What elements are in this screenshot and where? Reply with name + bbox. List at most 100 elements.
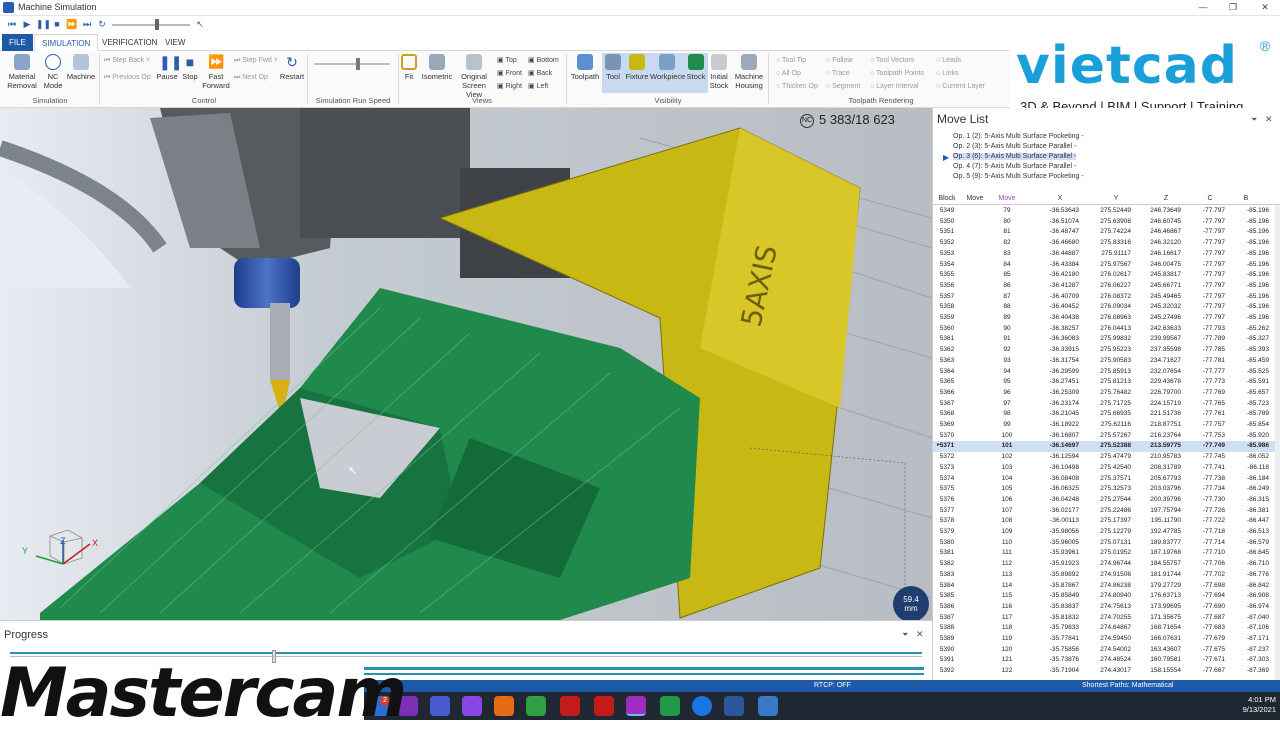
col-y[interactable]: Y — [1101, 195, 1131, 202]
toolpath-button[interactable]: Toolpath — [570, 54, 600, 81]
table-row[interactable]: 5350 80 -36.51074 275.63908 246.60745 -77.797… — [933, 217, 1280, 228]
table-row[interactable]: 5392 122 -35.71904 274.43017 158.15554 -77.66… — [933, 666, 1280, 677]
table-row[interactable]: 5353 83 -36.44887 275.91117 246.16617 -77.797… — [933, 249, 1280, 260]
run-speed-thumb[interactable] — [356, 58, 360, 70]
mastercam-taskbar-icon-2[interactable] — [594, 696, 614, 716]
mastercam-taskbar-icon[interactable] — [560, 696, 580, 716]
step-fwd-button[interactable]: ⏭ Step Fwd ˅ — [234, 56, 278, 65]
machine-housing-toggle[interactable]: Machine Housing — [732, 54, 766, 90]
workpiece-toggle[interactable]: Workpiece — [650, 54, 685, 81]
table-row[interactable]: 5375 105 -36.06325 275.32573 203.03796 -77.73… — [933, 484, 1280, 495]
table-row[interactable]: 5367 97 -36.23174 275.71725 224.15719 -77.765… — [933, 399, 1280, 410]
pause-button[interactable]: ❚❚ Pause — [156, 54, 182, 81]
next-op-button[interactable]: ⏭ Next Op — [234, 73, 268, 82]
simulation-viewport[interactable]: 5AXIS NC 5 383/18 623 Y Z X 59.4 mm ↖ — [0, 108, 932, 620]
previous-op-button[interactable]: ⏮ Previous Op — [104, 73, 151, 82]
speed-slider-track[interactable] — [112, 24, 190, 26]
maximize-icon[interactable]: ❐ — [1226, 1, 1240, 14]
stop-button[interactable]: ■ Stop — [180, 54, 200, 81]
speed-slider-thumb[interactable] — [155, 19, 159, 30]
table-row[interactable]: 5370 100 -36.16807 275.57267 216.23764 -77.75… — [933, 431, 1280, 442]
view-front-button[interactable]: ▣ Front — [497, 69, 522, 78]
links-option[interactable]: ○ Links — [936, 69, 959, 78]
table-row[interactable]: 5384 114 -35.87867 274.86238 179.27729 -77.69… — [933, 581, 1280, 592]
operation-item[interactable]: Op. 4 (7): 5-Axis Multi Surface Parallel… — [953, 163, 1076, 170]
minimize-icon[interactable]: — — [1196, 1, 1210, 14]
follow-option[interactable]: ○ Follow — [826, 56, 852, 65]
tool-tip-option[interactable]: ○ Tool Tip — [776, 56, 806, 65]
operation-item[interactable]: Op. 5 (9): 5-Axis Multi Surface Pocketin… — [953, 173, 1084, 180]
stop-icon[interactable]: ■ — [51, 18, 63, 30]
tab-view[interactable]: VIEW — [158, 34, 192, 51]
pause-icon[interactable]: ❚❚ — [36, 18, 51, 30]
table-row[interactable]: 5376 106 -36.04248 275.27544 200.39796 -77.73… — [933, 495, 1280, 506]
view-cube[interactable] — [32, 520, 92, 580]
col-block[interactable]: Block — [935, 195, 959, 202]
current-layer-option[interactable]: ○ Current Layer — [936, 82, 985, 91]
table-row[interactable]: 5389 119 -35.77841 274.59450 166.07631 -77.67… — [933, 634, 1280, 645]
table-row[interactable]: 5372 102 -36.12594 275.47479 210.95783 -77.74… — [933, 452, 1280, 463]
progress-close-icon[interactable]: ✕ — [916, 629, 924, 640]
segment-option[interactable]: ○ Segment — [826, 82, 860, 91]
operation-item-selected[interactable]: Op. 3 (6): 5-Axis Multi Surface Parallel… — [953, 153, 1077, 160]
col-b[interactable]: B — [1231, 195, 1261, 202]
table-row[interactable]: 5368 98 -36.21045 275.66935 221.51736 -77.761… — [933, 409, 1280, 420]
table-row[interactable]: 5349 79 -36.53643 275.52449 246.73649 -77.797… — [933, 206, 1280, 217]
initial-stock-toggle[interactable]: Initial Stock — [708, 54, 730, 90]
operation-item[interactable]: Op. 2 (3): 5-Axis Multi Surface Parallel… — [953, 143, 1076, 150]
active-app-icon[interactable] — [626, 696, 646, 716]
cursor-icon[interactable]: ↖ — [194, 18, 206, 30]
nc-mode-button[interactable]: NC Mode — [40, 54, 66, 90]
table-row[interactable]: 5374 104 -36.08408 275.37571 205.67793 -77.73… — [933, 474, 1280, 485]
table-row[interactable]: 5390 120 -35.75856 274.54002 163.43607 -77.67… — [933, 645, 1280, 656]
step-back-icon[interactable]: ⏮ — [6, 18, 18, 30]
all-op-option[interactable]: ○ All Op — [776, 69, 801, 78]
table-row[interactable]: 5388 118 -35.79833 274.64867 168.71654 -77.68… — [933, 623, 1280, 634]
chrome-icon[interactable] — [526, 696, 546, 716]
project-icon[interactable] — [660, 696, 680, 716]
col-move[interactable]: Move — [961, 195, 989, 202]
thicken-op-option[interactable]: ○ Thicken Op — [776, 82, 818, 91]
move-list-scrollbar[interactable] — [1275, 205, 1280, 680]
table-row[interactable]: 5391 121 -35.73876 274.48524 160.79581 -77.67… — [933, 655, 1280, 666]
material-removal-button[interactable]: Material Removal — [4, 54, 40, 90]
trace-option[interactable]: ○ Trace — [826, 69, 850, 78]
original-screen-view-button[interactable]: Original Screen View — [454, 54, 494, 99]
col-c[interactable]: C — [1195, 195, 1225, 202]
col-z[interactable]: Z — [1151, 195, 1181, 202]
firefox-icon[interactable] — [494, 696, 514, 716]
table-row[interactable]: 5371 101 -36.14697 275.52388 213.59775 -77.74… — [933, 441, 1280, 453]
close-icon[interactable]: ✕ — [1258, 1, 1272, 14]
tab-simulation[interactable]: SIMULATION — [34, 34, 99, 51]
pin-icon[interactable]: ⏷ — [1251, 115, 1257, 125]
table-row[interactable]: 5355 85 -36.42180 276.02617 245.83817 -77.797… — [933, 270, 1280, 281]
messenger-icon[interactable] — [462, 696, 482, 716]
fast-forward-icon[interactable]: ⏩ — [66, 18, 78, 30]
tool-vectors-option[interactable]: ○ Tool Vectors — [870, 56, 914, 65]
view-bottom-button[interactable]: ▣ Bottom — [528, 56, 559, 65]
zalo-icon[interactable] — [692, 696, 712, 716]
operation-item[interactable]: Op. 1 (2): 5-Axis Multi Surface Pocketin… — [953, 133, 1084, 140]
table-row[interactable]: 5362 92 -36.33915 275.95223 237.35598 -77.785… — [933, 345, 1280, 356]
table-row[interactable]: 5351 81 -36.48747 275.74224 246.46867 -77.797… — [933, 227, 1280, 238]
tab-verification[interactable]: VERIFICATION — [95, 34, 164, 51]
fixture-toggle[interactable]: Fixture — [624, 54, 650, 81]
table-row[interactable]: 5366 96 -36.25309 275.76482 226.79700 -77.769… — [933, 388, 1280, 399]
view-top-button[interactable]: ▣ Top — [497, 56, 517, 65]
table-row[interactable]: 5380 110 -35.96005 275.07131 189.83777 -77.71… — [933, 538, 1280, 549]
view-cube-body[interactable] — [49, 529, 83, 565]
table-row[interactable]: 5382 112 -35.91923 274.96744 184.55757 -77.70… — [933, 559, 1280, 570]
taskbar-clock[interactable]: 4:01 PM 9/13/2021 — [1226, 695, 1276, 715]
view-back-button[interactable]: ▣ Back — [528, 69, 552, 78]
table-row[interactable]: 5356 86 -36.41287 276.06227 245.66771 -77.797… — [933, 281, 1280, 292]
view-right-button[interactable]: ▣ Right — [497, 82, 522, 91]
restart-button[interactable]: ↻ Restart — [278, 54, 306, 81]
view-left-button[interactable]: ▣ Left — [528, 82, 548, 91]
table-row[interactable]: 5363 93 -36.31754 275.90583 234.71627 -77.781… — [933, 356, 1280, 367]
table-row[interactable]: 5357 87 -36.40709 276.08372 245.49465 -77.797… — [933, 292, 1280, 303]
table-row[interactable]: 5358 88 -36.40452 276.09034 245.32032 -77.797… — [933, 302, 1280, 313]
restart-icon[interactable]: ↻ — [96, 18, 108, 30]
teams-icon[interactable] — [430, 696, 450, 716]
table-row[interactable]: 5352 82 -36.46680 275.83316 246.32120 -77.797… — [933, 238, 1280, 249]
table-row[interactable]: 5381 111 -35.93961 275.01952 187.19768 -77.71… — [933, 548, 1280, 559]
